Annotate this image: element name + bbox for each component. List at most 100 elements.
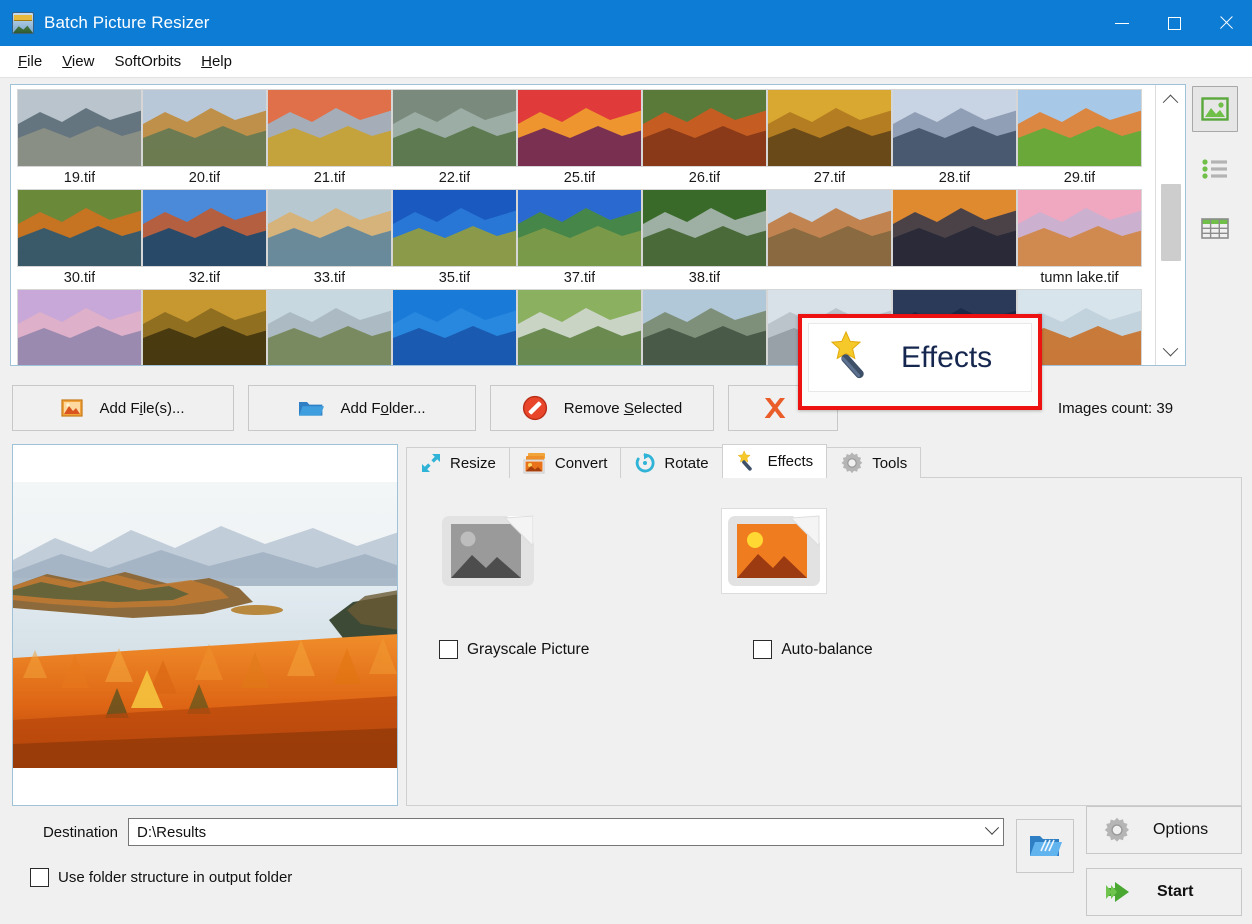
thumbnail-item[interactable]: 33.tif xyxy=(267,267,392,365)
thumbnail-image xyxy=(267,89,392,167)
resize-arrows-icon xyxy=(420,452,442,474)
auto-balance-checkbox[interactable]: Auto-balance xyxy=(753,640,872,659)
thumbnail-item[interactable]: 17.tif xyxy=(892,85,1017,167)
thumbnail-view-icon xyxy=(1201,97,1229,121)
grayscale-picture-label: Grayscale Picture xyxy=(467,641,589,659)
thumbnail-image xyxy=(517,189,642,267)
rotate-circle-icon xyxy=(634,452,656,474)
thumbnail-item[interactable]: 21.tif xyxy=(267,167,392,267)
thumbnail-item[interactable]: 35.tif xyxy=(392,267,517,365)
tab-tools-label: Tools xyxy=(872,455,907,472)
thumbnail-item[interactable]: 37.tif xyxy=(517,267,642,365)
footer-buttons: Options Start xyxy=(1086,806,1242,924)
destination-label: Destination xyxy=(12,824,118,841)
thumbnail-label: 20.tif xyxy=(189,167,220,189)
add-files-label: Add File(s)... xyxy=(99,400,184,417)
file-list-region: 5.tif6.tif7.tif10.tif11.tif12.tif14.tif1… xyxy=(0,84,1252,366)
menu-view[interactable]: View xyxy=(52,49,104,74)
start-button[interactable]: Start xyxy=(1086,868,1242,916)
add-files-button[interactable]: Add File(s)... xyxy=(12,385,234,431)
preview-pane[interactable] xyxy=(12,444,398,806)
grayscale-picture-checkbox[interactable]: Grayscale Picture xyxy=(439,640,589,659)
view-mode-toolbar xyxy=(1186,84,1244,366)
use-folder-structure-label: Use folder structure in output folder xyxy=(58,869,292,886)
thumbnail-scrollbar[interactable] xyxy=(1155,85,1185,365)
thumbnail-label: 38.tif xyxy=(689,267,720,289)
thumbnail-item[interactable]: 10.tif xyxy=(392,85,517,167)
thumbnail-label: 26.tif xyxy=(689,167,720,189)
effects-tooltip-body: Effects xyxy=(808,323,1032,392)
tab-tools[interactable]: Tools xyxy=(826,447,921,478)
add-folder-button[interactable]: Add Folder... xyxy=(248,385,476,431)
thumbnail-item[interactable]: 27.tif xyxy=(767,167,892,267)
thumbnail-image xyxy=(392,289,517,365)
file-action-toolbar: Add File(s)... Add Folder... Remove Sele… xyxy=(0,366,1252,436)
orange-x-icon xyxy=(762,396,788,420)
folder-icon xyxy=(298,398,324,418)
chevron-down-icon[interactable] xyxy=(985,821,999,835)
thumbnail-item[interactable]: 30.tif xyxy=(17,267,142,365)
thumbnail-label: 22.tif xyxy=(439,167,470,189)
add-file-image-icon xyxy=(61,398,83,418)
list-view-icon xyxy=(1201,158,1229,180)
thumbnail-item[interactable]: 11.tif xyxy=(517,85,642,167)
options-button[interactable]: Options xyxy=(1086,806,1242,854)
checkbox-box[interactable] xyxy=(439,640,458,659)
browse-destination-button[interactable] xyxy=(1016,819,1074,873)
menu-view-label: iew xyxy=(72,53,95,70)
thumbnail-item[interactable]: 6.tif xyxy=(142,85,267,167)
thumbnail-image xyxy=(642,89,767,167)
list-view-button[interactable] xyxy=(1192,146,1238,192)
scroll-down-button[interactable] xyxy=(1158,339,1184,363)
thumbnail-image xyxy=(142,189,267,267)
menu-help[interactable]: Help xyxy=(191,49,242,74)
checkbox-box[interactable] xyxy=(30,868,49,887)
remove-selected-button[interactable]: Remove Selected xyxy=(490,385,714,431)
use-folder-structure-checkbox[interactable]: Use folder structure in output folder xyxy=(12,868,1004,887)
thumbnail-item[interactable]: 32.tif xyxy=(142,267,267,365)
thumbnail-item[interactable]: 20.tif xyxy=(142,167,267,267)
thumbnail-item[interactable]: 29.tif xyxy=(1017,167,1142,267)
thumbnail-image xyxy=(642,289,767,365)
close-button[interactable] xyxy=(1200,0,1252,46)
thumbnail-item[interactable]: 25.tif xyxy=(517,167,642,267)
tab-resize[interactable]: Resize xyxy=(406,447,510,478)
destination-left: Destination D:\Results Use folder struct… xyxy=(12,818,1004,924)
magic-wand-icon xyxy=(827,330,883,386)
settings-tabs-pane: Resize Convert xyxy=(406,444,1242,806)
tab-rotate[interactable]: Rotate xyxy=(620,447,722,478)
thumbnail-view-button[interactable] xyxy=(1192,86,1238,132)
thumbnail-item[interactable]: 28.tif xyxy=(892,167,1017,267)
thumbnail-item[interactable]: 12.tif xyxy=(642,85,767,167)
thumbnail-item[interactable]: 5.tif xyxy=(17,85,142,167)
menu-file[interactable]: File xyxy=(8,49,52,74)
thumbnail-image xyxy=(17,89,142,167)
thumbnail-image xyxy=(17,189,142,267)
thumbnail-item[interactable]: 7.tif xyxy=(267,85,392,167)
grayscale-sample-button[interactable] xyxy=(435,508,541,594)
color-sample-button[interactable] xyxy=(721,508,827,594)
destination-combo[interactable]: D:\Results xyxy=(128,818,1004,846)
thumbnail-label: 27.tif xyxy=(814,167,845,189)
tab-convert[interactable]: Convert xyxy=(509,447,622,478)
scrollbar-thumb[interactable] xyxy=(1161,184,1181,262)
thumbnail-item[interactable]: 18.tif xyxy=(1017,85,1142,167)
tab-effects-label: Effects xyxy=(768,453,814,470)
scroll-up-button[interactable] xyxy=(1158,87,1184,111)
thumbnail-item[interactable]: 38.tif xyxy=(642,267,767,365)
details-view-button[interactable] xyxy=(1192,206,1238,252)
tab-strip: Resize Convert xyxy=(406,444,1242,478)
checkbox-box[interactable] xyxy=(753,640,772,659)
maximize-button[interactable] xyxy=(1148,0,1200,46)
thumbnail-item[interactable]: 14.tif xyxy=(767,85,892,167)
color-sample-icon xyxy=(725,513,823,589)
scrollbar-track[interactable] xyxy=(1158,111,1184,339)
close-icon xyxy=(1218,15,1234,31)
thumbnail-item[interactable]: 22.tif xyxy=(392,167,517,267)
thumbnail-item[interactable]: 26.tif xyxy=(642,167,767,267)
thumbnail-label: 33.tif xyxy=(314,267,345,289)
menu-softorbits[interactable]: SoftOrbits xyxy=(104,49,191,74)
thumbnail-item[interactable]: 19.tif xyxy=(17,167,142,267)
tab-effects[interactable]: Effects xyxy=(722,444,828,478)
minimize-button[interactable] xyxy=(1096,0,1148,46)
